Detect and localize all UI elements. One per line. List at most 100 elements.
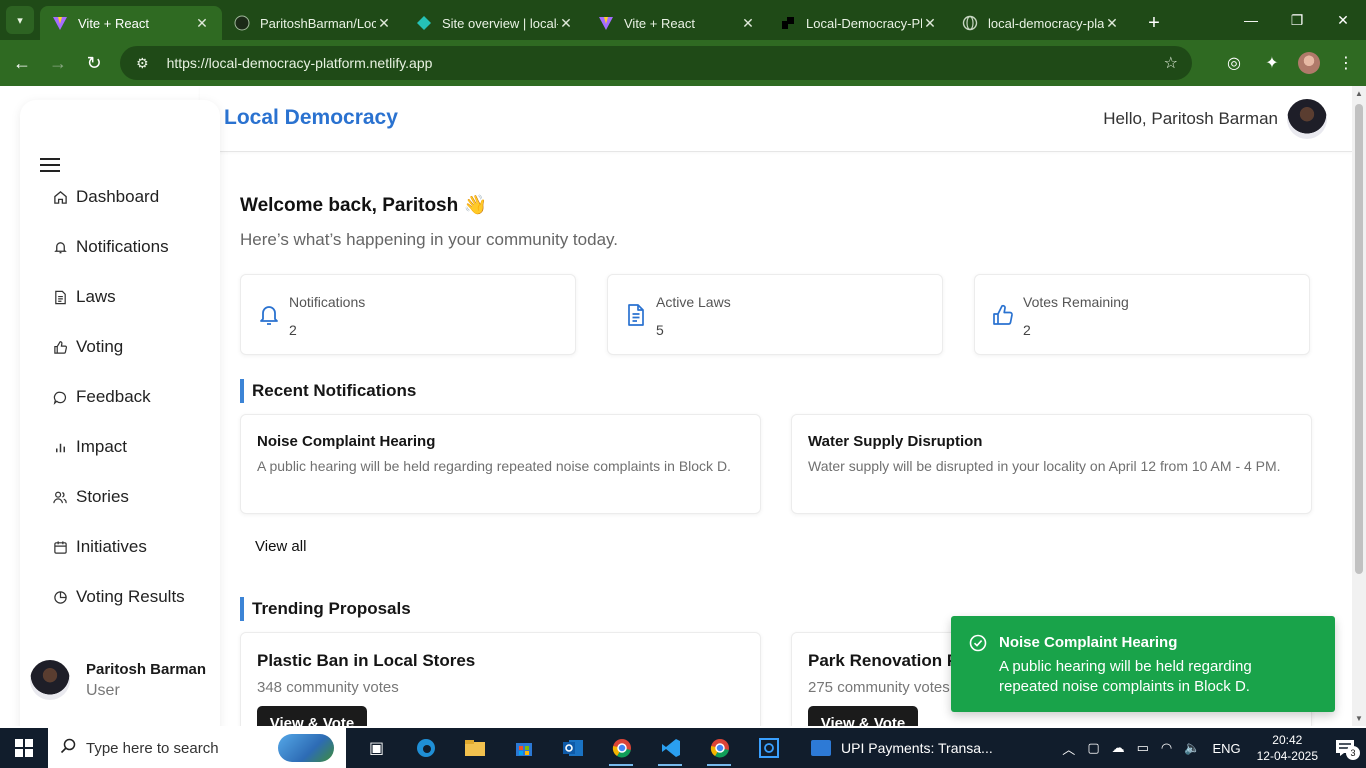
vercel-icon — [780, 15, 796, 31]
restore-icon[interactable]: ❐ — [1274, 0, 1320, 40]
bookmark-star-icon[interactable]: ☆ — [1164, 53, 1178, 73]
close-icon[interactable]: ✕ — [740, 15, 756, 32]
globe-icon — [962, 15, 978, 31]
wifi-icon[interactable]: ◠ — [1161, 740, 1172, 756]
pie-chart-icon — [52, 589, 68, 605]
upi-app-icon — [811, 740, 831, 756]
taskbar-search-box[interactable]: Type here to search — [48, 728, 346, 768]
taskbar-upi-app[interactable]: UPI Payments: Transa... — [811, 740, 993, 756]
menu-icon[interactable] — [40, 158, 60, 174]
site-settings-icon[interactable]: ⚙ — [136, 55, 149, 72]
clock[interactable]: 20:42 12-04-2025 — [1257, 732, 1318, 764]
sidebar-item-voting[interactable]: Voting — [52, 334, 123, 360]
sidebar-item-label: Voting Results — [76, 587, 185, 606]
toast-notification[interactable]: Noise Complaint Hearing A public hearing… — [951, 616, 1335, 712]
remote-desktop-icon[interactable] — [744, 728, 793, 768]
language-indicator[interactable]: ENG — [1212, 741, 1240, 756]
scroll-down-icon[interactable]: ▼ — [1355, 714, 1363, 723]
app-brand[interactable]: Local Democracy — [224, 106, 398, 130]
scroll-up-icon[interactable]: ▲ — [1355, 89, 1363, 98]
vscode-icon[interactable] — [646, 728, 695, 768]
stat-card-active-laws[interactable]: Active Laws 5 — [607, 274, 943, 355]
proposal-votes: 348 community votes — [257, 679, 399, 696]
sidebar-item-notifications[interactable]: Notifications — [52, 234, 169, 260]
app-header: Local Democracy Hello, Paritosh Barman — [200, 86, 1352, 152]
task-view-icon[interactable]: ▣ — [352, 728, 401, 768]
search-icon — [60, 738, 76, 758]
notification-center-icon[interactable]: 3 — [1330, 736, 1360, 760]
proposal-title: Plastic Ban in Local Stores — [257, 651, 476, 670]
grammarly-icon[interactable]: ◎ — [1222, 51, 1246, 75]
sidebar-item-impact[interactable]: Impact — [52, 434, 127, 460]
chevron-up-icon[interactable]: ︿ — [1062, 739, 1075, 758]
address-bar[interactable]: ⚙ https://local-democracy-platform.netli… — [120, 46, 1192, 80]
bar-chart-icon — [52, 439, 68, 455]
browser-tab-2[interactable]: ParitoshBarman/Loca ✕ — [222, 6, 404, 40]
sidebar-item-initiatives[interactable]: Initiatives — [52, 534, 147, 560]
view-and-vote-button[interactable]: View & Vote — [808, 706, 918, 726]
bell-icon — [52, 239, 68, 255]
page-scrollbar[interactable]: ▲ ▼ — [1352, 86, 1366, 726]
chrome-icon[interactable] — [597, 728, 646, 768]
outlook-icon[interactable] — [548, 728, 597, 768]
stat-value: 5 — [656, 322, 664, 338]
volume-icon[interactable]: 🔈 — [1184, 740, 1200, 756]
tab-search-button[interactable]: ▾ — [6, 6, 34, 34]
stat-label: Notifications — [289, 294, 366, 310]
forward-icon[interactable]: → — [40, 45, 76, 81]
back-icon[interactable]: ← — [4, 45, 40, 81]
sidebar-item-stories[interactable]: Stories — [52, 484, 129, 510]
search-highlight-image — [278, 734, 334, 762]
stat-card-votes-remaining[interactable]: Votes Remaining 2 — [974, 274, 1310, 355]
store-icon[interactable] — [499, 728, 548, 768]
toast-title: Noise Complaint Hearing — [999, 634, 1178, 651]
minimize-icon[interactable]: — — [1228, 0, 1274, 40]
edge-icon[interactable] — [401, 728, 450, 768]
browser-tab-1[interactable]: Vite + React ✕ — [40, 6, 222, 40]
cloud-icon[interactable]: ☁ — [1112, 740, 1125, 756]
profile-avatar-icon[interactable] — [1298, 52, 1320, 74]
close-icon[interactable]: ✕ — [922, 15, 938, 32]
sidebar-item-voting-results[interactable]: Voting Results — [52, 584, 185, 610]
meet-icon[interactable]: ▢ — [1087, 740, 1099, 756]
view-and-vote-button[interactable]: View & Vote — [257, 706, 367, 726]
close-icon[interactable]: ✕ — [558, 15, 574, 32]
chrome-profile-icon[interactable] — [695, 728, 744, 768]
reload-icon[interactable]: ↻ — [76, 45, 112, 81]
new-tab-button[interactable]: + — [1140, 6, 1168, 40]
user-greeting: Hello, Paritosh Barman — [1103, 109, 1278, 128]
windows-start-icon[interactable] — [0, 728, 48, 768]
close-icon[interactable]: ✕ — [1104, 15, 1120, 32]
browser-tab-6[interactable]: local-democracy-plat ✕ — [950, 6, 1132, 40]
sidebar-item-laws[interactable]: Laws — [52, 284, 116, 310]
thumbs-up-icon — [992, 303, 1014, 327]
sidebar-item-feedback[interactable]: Feedback — [52, 384, 151, 410]
close-icon[interactable]: ✕ — [376, 15, 392, 32]
view-all-link[interactable]: View all — [255, 538, 306, 555]
notification-count-badge: 3 — [1346, 746, 1360, 760]
sidebar-profile[interactable]: Paritosh Barman User — [30, 660, 206, 700]
close-icon[interactable]: ✕ — [194, 15, 210, 32]
stat-card-notifications[interactable]: Notifications 2 — [240, 274, 576, 355]
file-explorer-icon[interactable] — [450, 728, 499, 768]
upi-app-label: UPI Payments: Transa... — [841, 740, 993, 756]
tab-title: Vite + React — [624, 15, 695, 31]
battery-icon[interactable]: ▭ — [1137, 740, 1149, 756]
sidebar-item-dashboard[interactable]: Dashboard — [52, 184, 159, 210]
scrollbar-thumb[interactable] — [1355, 104, 1363, 574]
browser-tab-4[interactable]: Vite + React ✕ — [586, 6, 768, 40]
proposal-card[interactable]: Plastic Ban in Local Stores 348 communit… — [240, 632, 761, 726]
window-controls: — ❐ ✕ — [1228, 0, 1366, 40]
extensions-icon[interactable]: ✦ — [1260, 51, 1284, 75]
notification-description: A public hearing will be held regarding … — [257, 458, 731, 474]
toast-description: A public hearing will be held regarding … — [999, 658, 1252, 695]
sidebar: Dashboard Notifications Laws Voting Feed… — [20, 100, 220, 726]
browser-tab-5[interactable]: Local-Democracy-Pla ✕ — [768, 6, 950, 40]
profile-role: User — [86, 681, 120, 699]
more-menu-icon[interactable]: ⋮ — [1334, 51, 1358, 75]
notification-card[interactable]: Noise Complaint Hearing A public hearing… — [240, 414, 761, 514]
close-window-icon[interactable]: ✕ — [1320, 0, 1366, 40]
avatar[interactable] — [1287, 99, 1327, 139]
browser-tab-3[interactable]: Site overview | local-c ✕ — [404, 6, 586, 40]
notification-card[interactable]: Water Supply Disruption Water supply wil… — [791, 414, 1312, 514]
